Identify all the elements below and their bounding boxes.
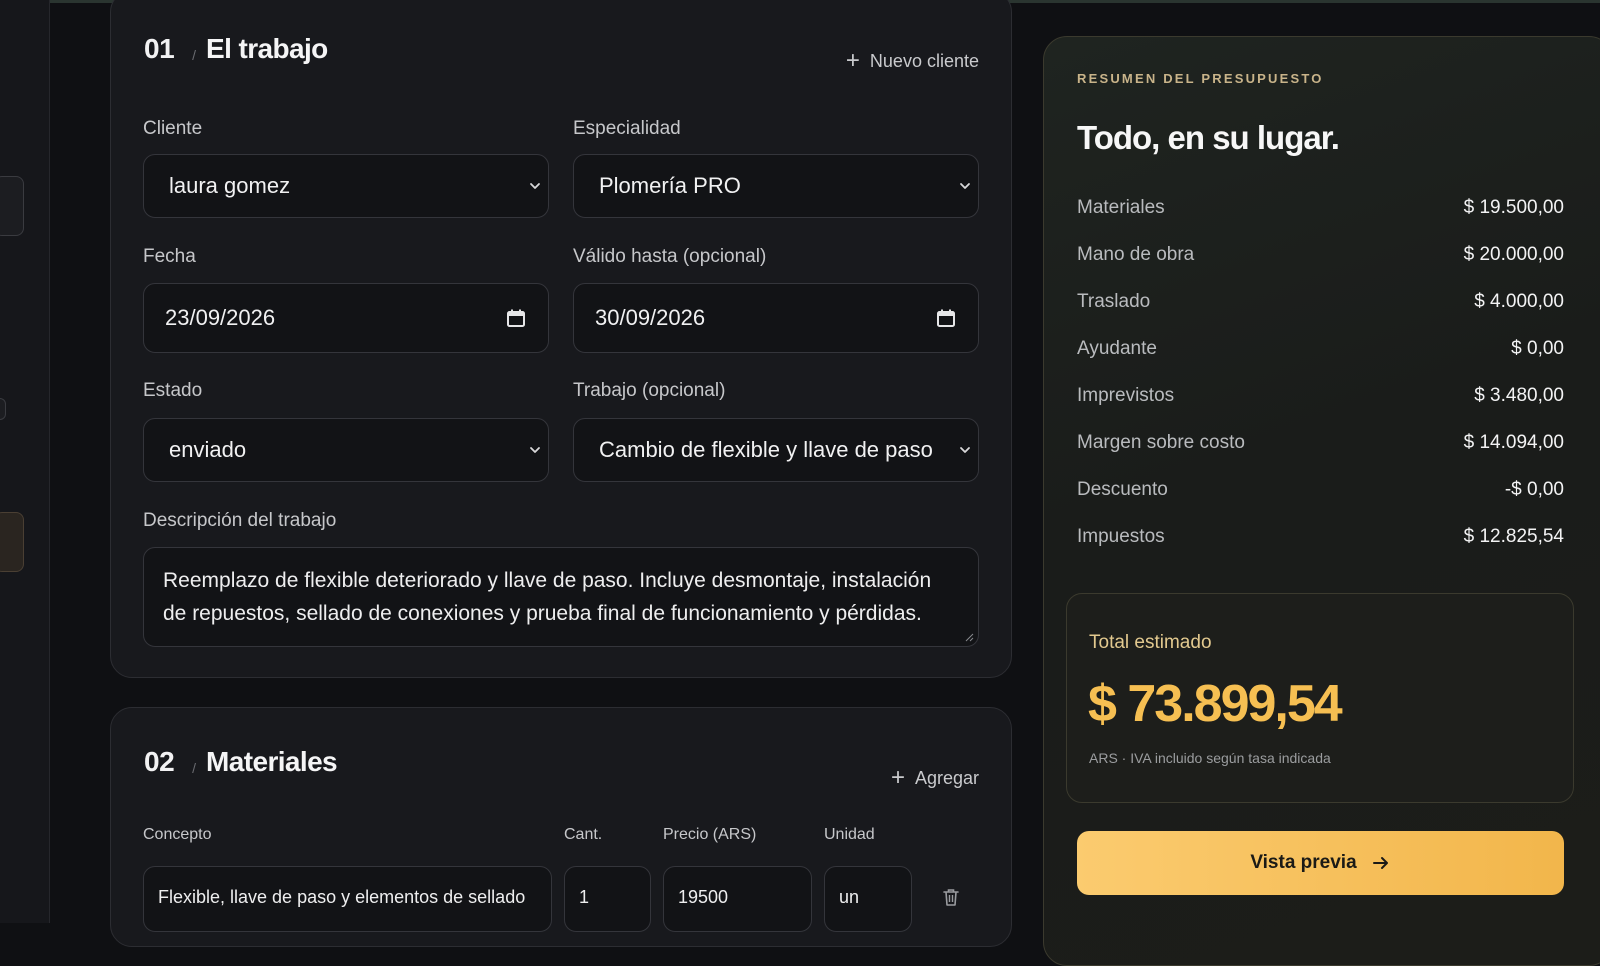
material-price-input[interactable]: 19500 <box>663 866 812 932</box>
summary-row: Imprevistos $ 3.480,00 <box>1077 385 1564 407</box>
material-qty-value: 1 <box>579 887 590 907</box>
calendar-icon[interactable] <box>506 308 526 328</box>
chevron-down-icon <box>960 447 970 453</box>
plus-icon: + <box>845 47 860 74</box>
arrow-right-icon <box>1372 857 1388 869</box>
date-value: 23/09/2026 <box>165 305 276 330</box>
summary-title: Todo, en su lugar. <box>1077 119 1340 156</box>
date-label: Fecha <box>143 246 196 267</box>
section-title: Materiales <box>206 746 338 777</box>
summary-row-value: $ 20.000,00 <box>1463 244 1564 265</box>
summary-row-value: $ 3.480,00 <box>1474 385 1564 406</box>
calendar-icon[interactable] <box>936 308 956 328</box>
summary-row: Traslado $ 4.000,00 <box>1077 291 1564 313</box>
add-material-button[interactable]: + Agregar <box>891 766 979 790</box>
preview-button-label: Vista previa <box>1250 852 1357 873</box>
trash-icon[interactable] <box>940 886 962 908</box>
summary-row-value: $ 0,00 <box>1511 338 1564 359</box>
summary-row-value: $ 14.094,00 <box>1463 432 1564 453</box>
section-title: El trabajo <box>206 33 328 64</box>
client-select[interactable]: laura gomez <box>143 154 549 218</box>
price-column-header: Precio (ARS) <box>663 826 757 843</box>
status-value: enviado <box>169 437 247 462</box>
left-sidebar <box>0 0 50 923</box>
total-label: Total estimado <box>1089 632 1212 653</box>
summary-row-value: $ 12.825,54 <box>1463 526 1564 547</box>
valid-until-input[interactable]: 30/09/2026 <box>573 283 979 353</box>
material-concept-value: Flexible, llave de paso y elementos de s… <box>158 887 526 907</box>
description-textarea[interactable]: Reemplazo de flexible deteriorado y llav… <box>143 547 979 647</box>
chevron-down-icon <box>960 183 970 189</box>
section-number: 02 <box>144 746 175 777</box>
summary-row: Materiales $ 19.500,00 <box>1077 197 1564 219</box>
sidebar-tab[interactable] <box>0 176 24 236</box>
preview-button[interactable]: Vista previa <box>1077 831 1564 895</box>
valid-until-value: 30/09/2026 <box>595 305 706 330</box>
total-note: ARS · IVA incluido según tasa indicada <box>1089 750 1331 766</box>
client-label: Cliente <box>143 118 203 139</box>
client-value: laura gomez <box>169 173 291 198</box>
budget-summary-panel: RESUMEN DEL PRESUPUESTO Todo, en su luga… <box>1043 36 1600 966</box>
summary-row-label: Ayudante <box>1077 338 1157 359</box>
summary-row-label: Mano de obra <box>1077 244 1195 265</box>
material-unit-value: un <box>839 887 860 907</box>
description-value: Reemplazo de flexible deteriorado y llav… <box>163 569 932 625</box>
summary-row-label: Materiales <box>1077 197 1165 218</box>
summary-row: Mano de obra $ 20.000,00 <box>1077 244 1564 266</box>
total-value: $ 73.899,54 <box>1088 675 1343 733</box>
summary-row-value: $ 4.000,00 <box>1474 291 1564 312</box>
section-separator: / <box>192 47 197 63</box>
summary-row-value: $ 19.500,00 <box>1463 197 1564 218</box>
section-separator: / <box>192 760 197 776</box>
unit-column-header: Unidad <box>824 826 875 843</box>
summary-eyebrow: RESUMEN DEL PRESUPUESTO <box>1077 71 1324 86</box>
valid-until-label: Válido hasta (opcional) <box>573 246 767 267</box>
summary-row-label: Traslado <box>1077 291 1151 312</box>
material-price-value: 19500 <box>678 887 729 907</box>
summary-row: Impuestos $ 12.825,54 <box>1077 526 1564 548</box>
status-select[interactable]: enviado <box>143 418 549 482</box>
sidebar-tab[interactable] <box>0 398 6 420</box>
job-label: Trabajo (opcional) <box>573 380 726 401</box>
section-header: 02 / Materiales <box>144 746 338 778</box>
material-qty-input[interactable]: 1 <box>564 866 651 932</box>
job-select[interactable]: Cambio de flexible y llave de paso <box>573 418 979 482</box>
date-input[interactable]: 23/09/2026 <box>143 283 549 353</box>
summary-row-label: Descuento <box>1077 479 1168 500</box>
summary-row-value: -$ 0,00 <box>1504 479 1564 500</box>
summary-row: Margen sobre costo $ 14.094,00 <box>1077 432 1564 454</box>
section-header: 01 / El trabajo <box>144 33 328 65</box>
resize-handle-icon[interactable] <box>964 632 974 642</box>
qty-column-header: Cant. <box>564 826 603 843</box>
total-box: Total estimado $ 73.899,54 ARS · IVA inc… <box>1066 593 1574 803</box>
plus-icon: + <box>890 764 905 791</box>
material-unit-input[interactable]: un <box>824 866 912 932</box>
summary-row-label: Impuestos <box>1077 526 1165 547</box>
job-value: Cambio de flexible y llave de paso <box>599 437 933 462</box>
add-material-label: Agregar <box>914 767 979 788</box>
chevron-down-icon <box>530 183 540 189</box>
new-client-label: Nuevo cliente <box>869 50 979 71</box>
new-client-button[interactable]: + Nuevo cliente <box>846 49 979 73</box>
description-label: Descripción del trabajo <box>143 510 337 531</box>
summary-row-label: Imprevistos <box>1077 385 1175 406</box>
status-label: Estado <box>143 380 203 401</box>
summary-row: Descuento -$ 0,00 <box>1077 479 1564 501</box>
material-concept-input[interactable]: Flexible, llave de paso y elementos de s… <box>143 866 552 932</box>
summary-row: Ayudante $ 0,00 <box>1077 338 1564 360</box>
chevron-down-icon <box>530 447 540 453</box>
specialty-label: Especialidad <box>573 118 681 139</box>
specialty-select[interactable]: Plomería PRO <box>573 154 979 218</box>
summary-row-label: Margen sobre costo <box>1077 432 1245 453</box>
concept-column-header: Concepto <box>143 826 212 843</box>
sidebar-tab-active[interactable] <box>0 512 24 572</box>
specialty-value: Plomería PRO <box>599 173 741 198</box>
section-number: 01 <box>144 33 175 64</box>
